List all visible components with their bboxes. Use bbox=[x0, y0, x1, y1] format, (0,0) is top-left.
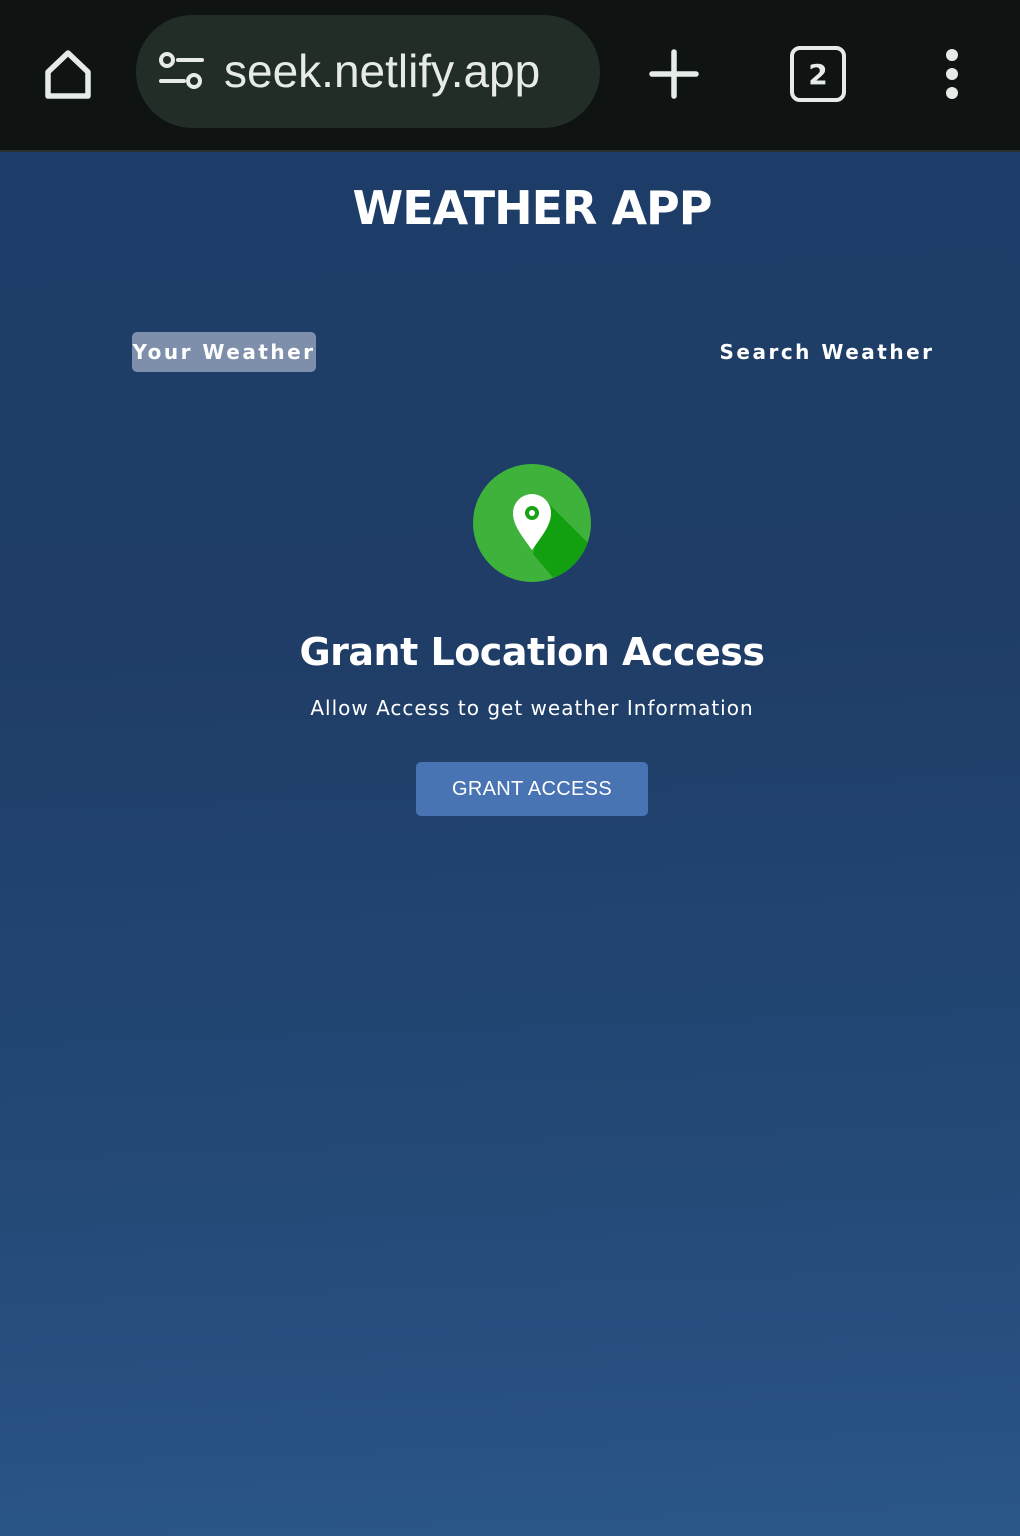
grant-location-subtitle: Allow Access to get weather Information bbox=[310, 696, 754, 720]
location-pin-icon bbox=[473, 464, 591, 582]
plus-icon bbox=[649, 49, 699, 99]
browser-menu-button[interactable] bbox=[924, 40, 980, 108]
tune-icon[interactable] bbox=[158, 51, 204, 91]
page-title: WEATHER APP bbox=[352, 181, 713, 235]
grant-access-button[interactable]: GRANT ACCESS bbox=[416, 762, 648, 816]
tab-switcher-icon: 2 bbox=[790, 46, 846, 102]
weather-app-page: WEATHER APP Your Weather Search Weather … bbox=[0, 152, 1020, 1536]
browser-toolbar: seek.netlify.app 2 bbox=[0, 0, 1020, 152]
home-button[interactable] bbox=[30, 36, 106, 112]
tab-your-weather[interactable]: Your Weather bbox=[132, 332, 316, 372]
address-bar[interactable]: seek.netlify.app bbox=[136, 15, 600, 128]
tab-search-weather[interactable]: Search Weather bbox=[710, 332, 944, 372]
home-icon bbox=[45, 50, 91, 99]
tab-count: 2 bbox=[808, 57, 828, 91]
more-vertical-icon bbox=[946, 49, 958, 99]
tab-switcher-button[interactable]: 2 bbox=[788, 44, 846, 102]
url-text[interactable]: seek.netlify.app bbox=[224, 43, 540, 99]
grant-location-title: Grant Location Access bbox=[299, 630, 765, 674]
new-tab-button[interactable] bbox=[640, 40, 708, 108]
